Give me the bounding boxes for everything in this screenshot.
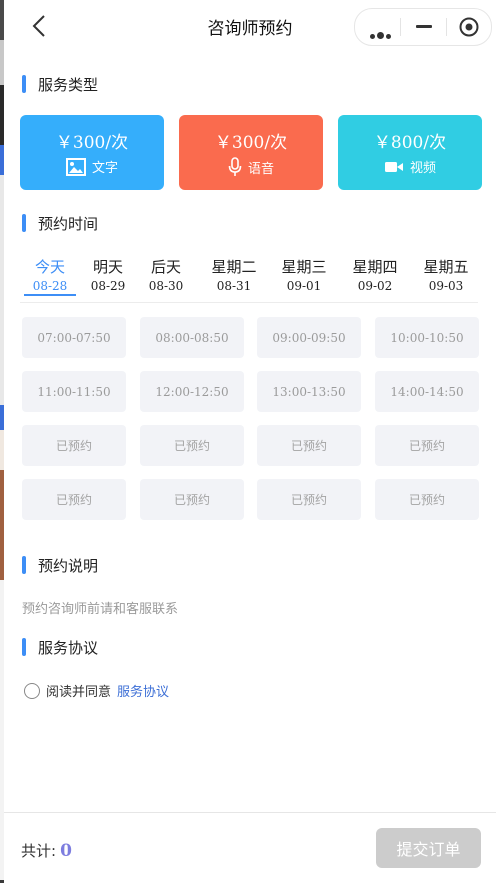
section-appointment-time: 预约时间 [22,213,98,233]
service-video-card[interactable]: ￥800/次 视频 [338,115,482,190]
mini-program-capsule [354,8,492,46]
day-tab-thursday[interactable]: 星期四 09-02 [345,256,405,293]
appointment-note-text: 预约咨询师前请和客服联系 [22,602,179,617]
minimize-icon[interactable] [416,25,432,28]
time-slot-booked: 已预约 [375,479,479,520]
close-target-icon[interactable] [459,17,479,37]
section-service-type: 服务类型 [22,74,98,94]
microphone-icon [228,157,242,176]
time-slot-booked: 已预约 [22,425,126,466]
time-slot[interactable]: 07:00-07:50 [22,317,126,358]
service-label: 语音 [247,161,274,177]
agree-radio[interactable] [24,682,40,699]
time-slot[interactable]: 10:00-10:50 [375,317,479,358]
day-tab-tuesday[interactable]: 星期二 08-31 [204,256,264,293]
time-slot-booked: 已预约 [257,425,361,466]
time-slot[interactable]: 11:00-11:50 [22,371,126,412]
time-slot-booked: 已预约 [140,425,244,466]
total: 共计: 0 [21,840,72,861]
footer-bar: 共计: 0 提交订单 [4,812,496,884]
service-price: ￥300/次 [55,133,129,153]
video-camera-icon [384,161,403,172]
service-text-card[interactable]: ￥300/次 文字 [20,115,164,190]
total-value: 0 [60,841,72,861]
section-appointment-note: 预约说明 [22,555,98,575]
day-tab-wednesday[interactable]: 星期三 09-01 [274,256,334,293]
submit-order-button[interactable]: 提交订单 [376,828,481,868]
time-slot-booked: 已预约 [257,479,361,520]
time-slot[interactable]: 08:00-08:50 [140,317,244,358]
time-slot[interactable]: 14:00-14:50 [375,371,479,412]
total-label: 共计: [21,842,57,860]
day-tab-day-after[interactable]: 后天 08-30 [136,256,196,293]
more-icon[interactable] [370,24,393,43]
nav-bar: 咨询师预约 [4,0,496,52]
booking-page: 咨询师预约 服务类型 ￥300/次 文字 ￥300/次 语音 ￥800/次 视频… [4,0,496,884]
agreement-row: 阅读并同意 服务协议 [24,681,169,700]
day-tab-today[interactable]: 今天 08-28 [20,256,80,296]
day-tabs: 今天 08-28 明天 08-29 后天 08-30 星期二 08-31 星期三… [20,256,478,303]
day-tab-tomorrow[interactable]: 明天 08-29 [78,256,138,293]
service-voice-card[interactable]: ￥300/次 语音 [179,115,323,190]
service-label: 文字 [91,161,118,176]
time-slot-booked: 已预约 [375,425,479,466]
service-price: ￥800/次 [373,133,447,153]
image-icon [65,157,86,176]
service-label: 视频 [409,161,436,176]
time-slot[interactable]: 13:00-13:50 [257,371,361,412]
agreement-link[interactable]: 服务协议 [117,681,169,700]
service-price: ￥300/次 [214,133,288,153]
time-slot[interactable]: 12:00-12:50 [140,371,244,412]
agree-text: 阅读并同意 [46,685,112,700]
day-tab-friday[interactable]: 星期五 09-03 [416,256,476,293]
time-slot-booked: 已预约 [22,479,126,520]
section-service-agreement: 服务协议 [22,637,98,657]
time-slot-booked: 已预约 [140,479,244,520]
time-slot[interactable]: 09:00-09:50 [257,317,361,358]
